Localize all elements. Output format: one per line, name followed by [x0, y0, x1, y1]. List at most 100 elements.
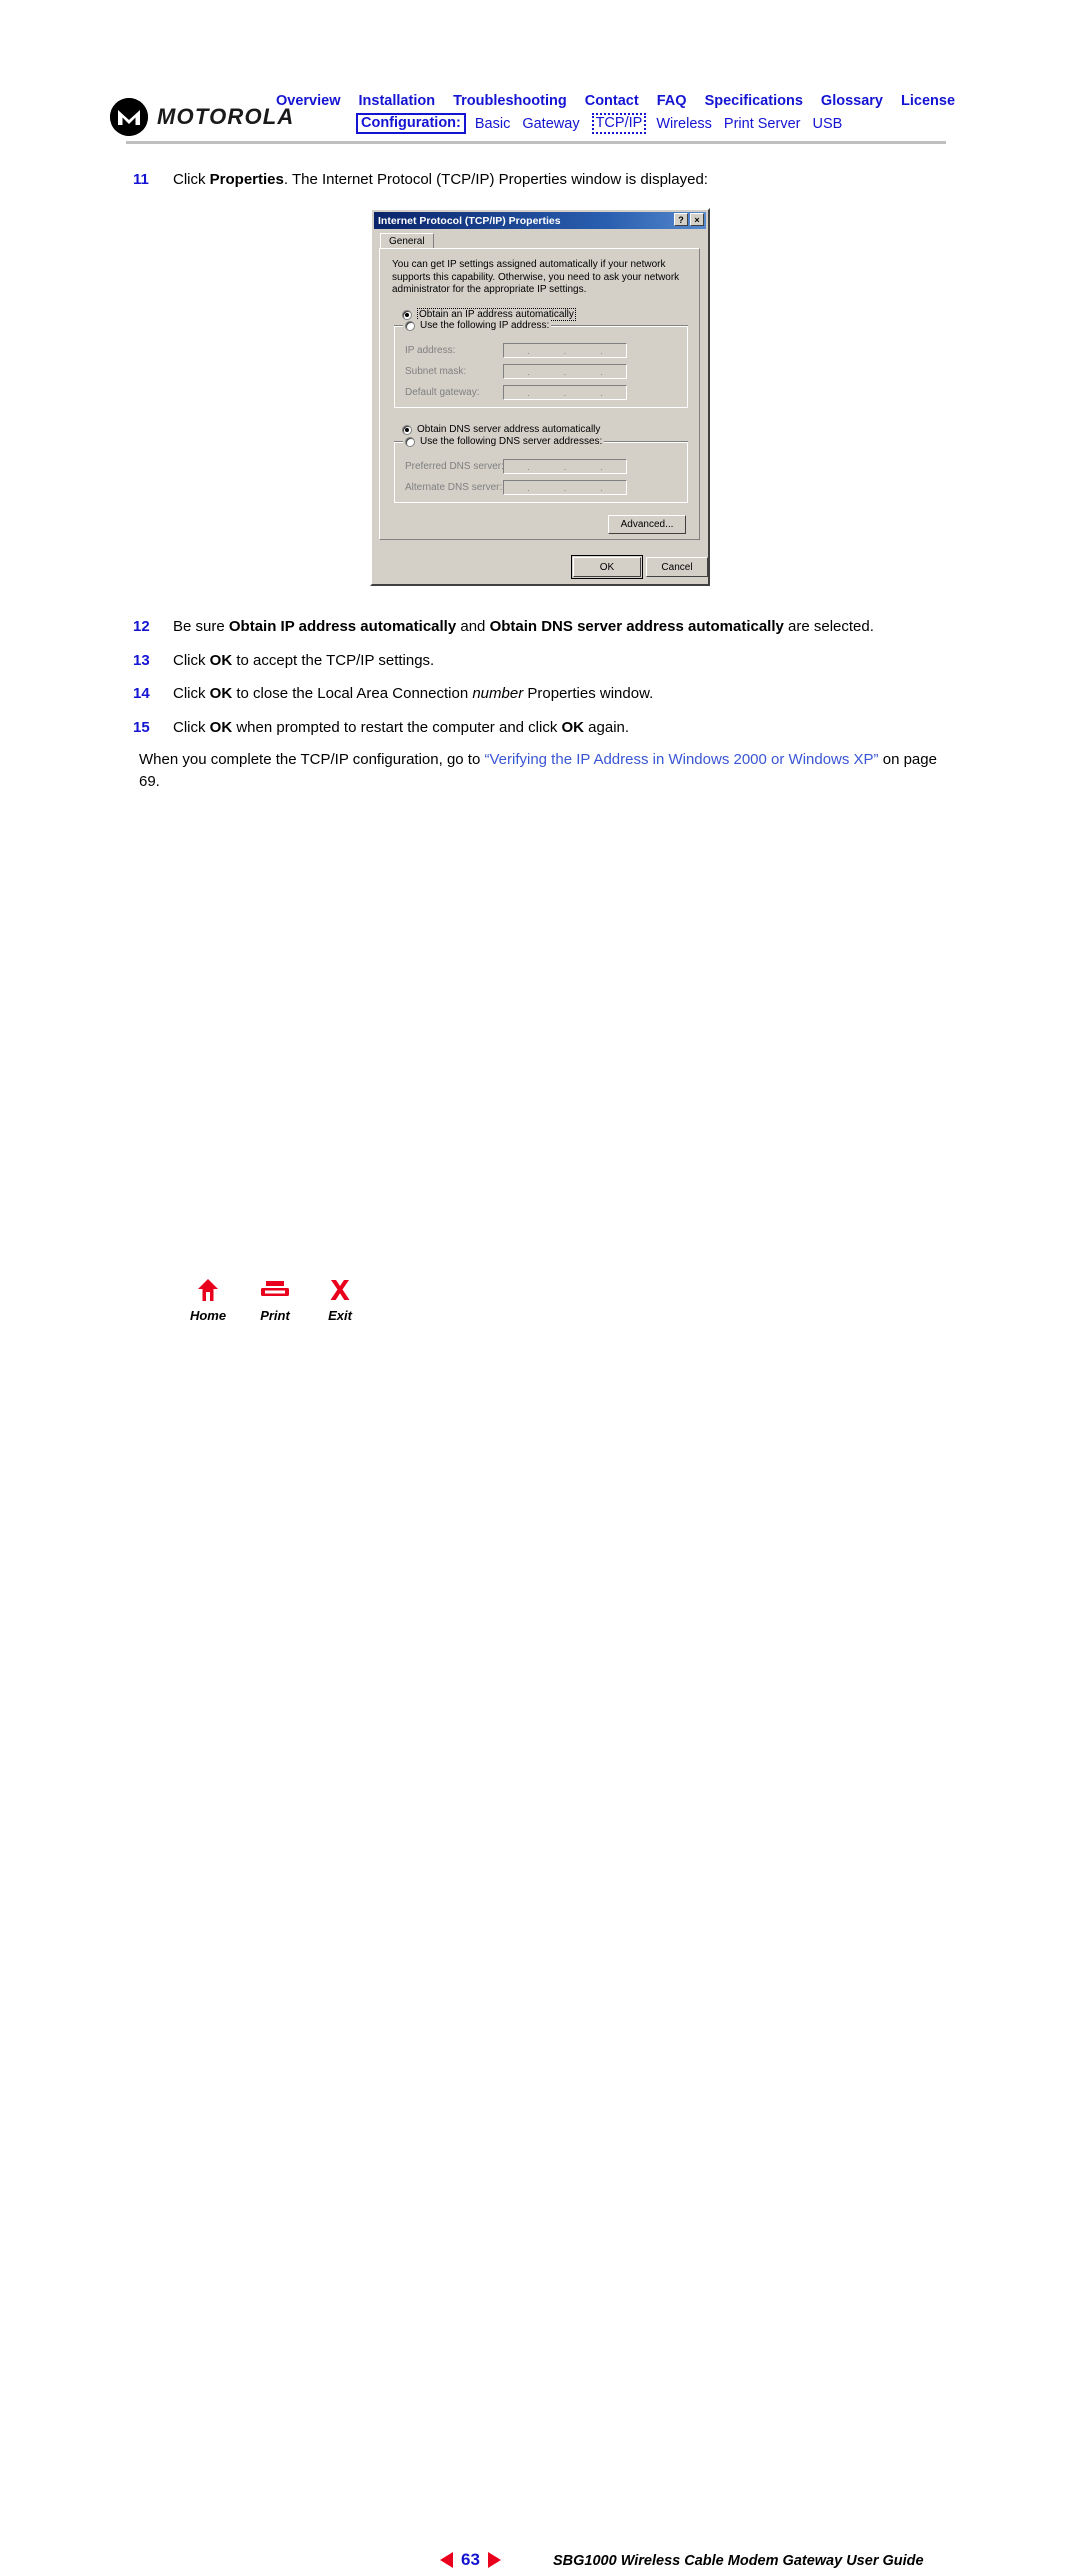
ip-sep: .: [527, 345, 530, 356]
step-15-number: 15: [133, 719, 150, 736]
dialog-intro-text: You can get IP settings assigned automat…: [392, 259, 680, 295]
tab-general[interactable]: General: [380, 233, 434, 249]
step-13: 13 Click OK to accept the TCP/IP setting…: [133, 651, 943, 671]
step-13-text: Click OK to accept the TCP/IP settings.: [173, 652, 435, 669]
nav-item-license[interactable]: License: [901, 93, 955, 109]
group-static-ip-legend[interactable]: Use the following IP address:: [403, 320, 552, 331]
print-label: Print: [260, 1308, 290, 1323]
radio-button-icon[interactable]: [402, 309, 412, 320]
home-icon: [198, 1279, 218, 1301]
cancel-button[interactable]: Cancel: [646, 557, 708, 577]
nav-item-basic[interactable]: Basic: [475, 116, 510, 132]
nav-item-faq[interactable]: FAQ: [657, 93, 687, 109]
field-default-gateway: Default gateway: . . .: [405, 385, 627, 400]
ip-sep: .: [527, 482, 530, 493]
closing-paragraph: When you complete the TCP/IP configurati…: [139, 749, 939, 793]
dialog-tabstrip: General: [380, 233, 698, 249]
page-number: 63: [461, 2550, 480, 2569]
step-14-text: Click OK to close the Local Area Connect…: [173, 685, 654, 702]
field-label-subnet-mask: Subnet mask:: [405, 366, 467, 377]
nav-item-installation[interactable]: Installation: [359, 93, 436, 109]
nav-item-wireless[interactable]: Wireless: [656, 116, 712, 132]
closing-lead: When you complete the TCP/IP configurati…: [139, 751, 485, 768]
ok-button[interactable]: OK: [571, 555, 643, 579]
nav-item-gateway[interactable]: Gateway: [522, 116, 579, 132]
radio-obtain-dns-auto-row[interactable]: Obtain DNS server address automatically: [402, 424, 600, 435]
step-14: 14 Click OK to close the Local Area Conn…: [133, 684, 943, 704]
close-icon[interactable]: ×: [690, 213, 704, 226]
step-11-text: Click Properties. The Internet Protocol …: [173, 171, 708, 188]
group-static-dns: Use the following DNS server addresses: …: [394, 436, 688, 503]
input-preferred-dns[interactable]: . . .: [503, 459, 627, 474]
field-label-alternate-dns: Alternate DNS server:: [405, 482, 503, 493]
group-static-dns-legend[interactable]: Use the following DNS server addresses:: [403, 436, 605, 447]
radio-obtain-dns-auto-label: Obtain DNS server address automatically: [417, 424, 601, 435]
step-11: 11 Click Properties. The Internet Protoc…: [133, 170, 893, 190]
configuration-label: Configuration:: [356, 113, 466, 134]
secondary-navigation: Configuration: Basic Gateway TCP/IP Wire…: [356, 113, 842, 134]
nav-item-usb[interactable]: USB: [812, 116, 842, 132]
field-label-preferred-dns: Preferred DNS server:: [405, 461, 504, 472]
group-static-ip-label: Use the following IP address:: [420, 320, 550, 331]
printer-icon: [261, 1281, 289, 1296]
radio-button-icon[interactable]: [405, 320, 415, 331]
ip-sep: .: [600, 482, 603, 493]
exit-button[interactable]: Exit: [310, 1278, 370, 1323]
step-12: 12 Be sure Obtain IP address automatical…: [133, 617, 943, 637]
step-15: 15 Click OK when prompted to restart the…: [133, 718, 943, 738]
ip-sep: .: [563, 345, 567, 356]
field-label-default-gateway: Default gateway:: [405, 387, 480, 398]
next-page-icon[interactable]: [487, 2552, 501, 2568]
input-alternate-dns[interactable]: . . .: [503, 480, 627, 495]
input-default-gateway[interactable]: . . .: [503, 385, 627, 400]
cross-reference-link[interactable]: “Verifying the IP Address in Windows 200…: [484, 751, 878, 768]
step-13-number: 13: [133, 652, 150, 669]
ip-sep: .: [527, 387, 530, 398]
radio-button-icon[interactable]: [402, 424, 412, 435]
previous-page-icon[interactable]: [440, 2552, 453, 2568]
field-preferred-dns: Preferred DNS server: . . .: [405, 459, 627, 474]
step-14-number: 14: [133, 685, 150, 702]
primary-navigation: Overview Installation Troubleshooting Co…: [276, 93, 955, 109]
step-12-text: Be sure Obtain IP address automatically …: [173, 618, 874, 635]
page-navigation: 63: [440, 2550, 501, 2570]
nav-item-print-server[interactable]: Print Server: [724, 116, 801, 132]
nav-item-contact[interactable]: Contact: [585, 93, 639, 109]
motorola-batwing-icon: [110, 98, 148, 136]
field-alternate-dns: Alternate DNS server: . . .: [405, 480, 627, 495]
group-static-ip: Use the following IP address: IP address…: [394, 320, 688, 408]
advanced-button[interactable]: Advanced...: [608, 515, 686, 534]
header-divider: [126, 141, 946, 144]
input-ip-address[interactable]: . . .: [503, 343, 627, 358]
titlebar-buttons: ? ×: [674, 213, 704, 226]
print-button[interactable]: Print: [245, 1278, 305, 1323]
group-static-dns-label: Use the following DNS server addresses:: [420, 436, 603, 447]
motorola-wordmark: MOTOROLA: [157, 104, 295, 129]
motorola-logo: MOTOROLA: [110, 98, 295, 136]
tcpip-properties-dialog: Internet Protocol (TCP/IP) Properties ? …: [370, 208, 710, 586]
field-subnet-mask: Subnet mask: . . .: [405, 364, 627, 379]
help-icon[interactable]: ?: [674, 213, 688, 226]
ip-sep: .: [563, 387, 567, 398]
radio-button-icon[interactable]: [405, 436, 415, 447]
input-subnet-mask[interactable]: . . .: [503, 364, 627, 379]
ip-sep: .: [527, 366, 530, 377]
close-x-icon: [330, 1280, 350, 1300]
nav-item-glossary[interactable]: Glossary: [821, 93, 883, 109]
page-header: MOTOROLA Overview Installation Troublesh…: [0, 0, 1080, 150]
step-11-number: 11: [133, 171, 149, 188]
home-button[interactable]: Home: [178, 1278, 238, 1323]
nav-item-specifications[interactable]: Specifications: [705, 93, 803, 109]
step-15-text: Click OK when prompted to restart the co…: [173, 719, 630, 736]
page-footer: Home Print Exit 63 SBG1000 Wireless Cabl…: [0, 1270, 1080, 2569]
ip-sep: .: [527, 461, 530, 472]
dialog-tabpage: You can get IP settings assigned automat…: [379, 248, 700, 540]
nav-item-overview[interactable]: Overview: [276, 93, 341, 109]
guide-title: SBG1000 Wireless Cable Modem Gateway Use…: [553, 2553, 924, 2569]
ip-sep: .: [600, 366, 603, 377]
dialog-titlebar: Internet Protocol (TCP/IP) Properties ? …: [374, 212, 706, 229]
nav-item-tcpip[interactable]: TCP/IP: [591, 113, 647, 134]
field-ip-address: IP address: . . .: [405, 343, 627, 358]
ip-sep: .: [600, 345, 603, 356]
nav-item-troubleshooting[interactable]: Troubleshooting: [453, 93, 567, 109]
